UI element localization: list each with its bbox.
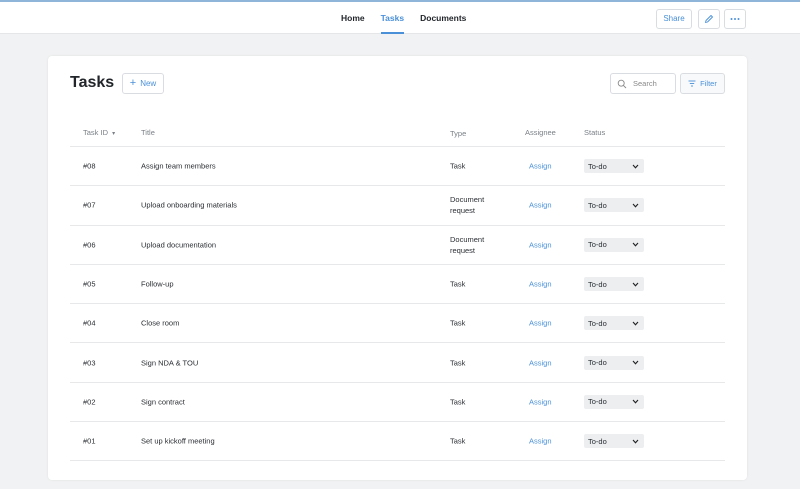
status-dropdown[interactable]: To-do bbox=[584, 394, 644, 409]
task-id: #05 bbox=[83, 279, 96, 289]
assign-link[interactable]: Assign bbox=[529, 240, 552, 249]
chevron-down-icon bbox=[632, 282, 639, 287]
status-value: To-do bbox=[588, 436, 607, 446]
chevron-down-icon bbox=[632, 242, 639, 247]
table-row: #01 Set up kickoff meeting Task Assign T… bbox=[70, 422, 725, 462]
assign-link[interactable]: Assign bbox=[529, 201, 552, 210]
status-dropdown[interactable]: To-do bbox=[584, 434, 644, 449]
filter-button[interactable]: Filter bbox=[680, 73, 725, 94]
task-type: Task bbox=[450, 397, 466, 407]
assign-link[interactable]: Assign bbox=[529, 358, 552, 367]
search-input[interactable] bbox=[633, 79, 673, 88]
table-row: #07 Upload onboarding materials Document… bbox=[70, 186, 725, 226]
task-type: Document request bbox=[450, 234, 485, 255]
header-task-id-label: Task ID bbox=[83, 128, 109, 137]
task-type: Task bbox=[450, 279, 466, 289]
search-box[interactable] bbox=[610, 73, 676, 94]
header-assignee: Assignee bbox=[525, 128, 556, 137]
assign-link[interactable]: Assign bbox=[529, 162, 552, 171]
more-button[interactable] bbox=[724, 9, 746, 29]
task-type: Task bbox=[450, 358, 466, 368]
status-value: To-do bbox=[588, 358, 607, 368]
task-title: Sign contract bbox=[141, 397, 185, 407]
status-dropdown[interactable]: To-do bbox=[584, 198, 644, 213]
assign-link[interactable]: Assign bbox=[529, 437, 552, 446]
task-title: Close room bbox=[141, 318, 180, 328]
header-type: Type bbox=[450, 129, 467, 138]
task-title: Upload onboarding materials bbox=[141, 200, 237, 210]
nav-tasks[interactable]: Tasks bbox=[373, 2, 412, 34]
task-title: Upload documentation bbox=[141, 240, 217, 250]
tasks-card: Tasks + New Filter Task ID ▾ Title Type … bbox=[48, 56, 747, 480]
task-id: #06 bbox=[83, 240, 96, 250]
nav-home[interactable]: Home bbox=[333, 2, 373, 34]
header-status: Status bbox=[584, 128, 606, 137]
status-value: To-do bbox=[588, 318, 607, 328]
top-bar: Home Tasks Documents Share bbox=[0, 0, 800, 34]
chevron-down-icon bbox=[632, 439, 639, 444]
assign-link[interactable]: Assign bbox=[529, 397, 552, 406]
new-button-label: New bbox=[140, 79, 157, 88]
status-value: To-do bbox=[588, 397, 607, 407]
status-dropdown[interactable]: To-do bbox=[584, 277, 644, 292]
status-dropdown[interactable]: To-do bbox=[584, 316, 644, 331]
search-icon bbox=[617, 79, 627, 88]
task-title: Follow-up bbox=[141, 279, 174, 289]
task-id: #08 bbox=[83, 161, 96, 171]
task-id: #02 bbox=[83, 397, 96, 407]
task-id: #03 bbox=[83, 358, 96, 368]
chevron-down-icon bbox=[632, 164, 639, 169]
chevron-down-icon bbox=[632, 321, 639, 326]
task-type: Task bbox=[450, 436, 466, 446]
task-id: #07 bbox=[83, 200, 96, 210]
status-value: To-do bbox=[588, 161, 607, 171]
more-horizontal-icon bbox=[730, 18, 740, 20]
table-row: #06 Upload documentation Document reques… bbox=[70, 226, 725, 265]
share-button[interactable]: Share bbox=[656, 9, 692, 29]
table-row: #03 Sign NDA & TOU Task Assign To-do bbox=[70, 343, 725, 383]
filter-icon bbox=[688, 80, 696, 87]
sort-down-icon: ▾ bbox=[112, 131, 116, 137]
table-row: #02 Sign contract Task Assign To-do bbox=[70, 383, 725, 423]
status-value: To-do bbox=[588, 279, 607, 289]
chevron-down-icon bbox=[632, 360, 639, 365]
task-title: Set up kickoff meeting bbox=[141, 436, 215, 446]
task-id: #04 bbox=[83, 318, 96, 328]
header-title: Title bbox=[141, 128, 155, 137]
assign-link[interactable]: Assign bbox=[529, 319, 552, 328]
task-type: Task bbox=[450, 318, 466, 328]
table-row: #05 Follow-up Task Assign To-do bbox=[70, 265, 725, 305]
table-header: Task ID ▾ Title Type Assignee Status bbox=[70, 120, 725, 147]
status-dropdown[interactable]: To-do bbox=[584, 237, 644, 252]
edit-button[interactable] bbox=[698, 9, 720, 29]
task-title: Sign NDA & TOU bbox=[141, 358, 199, 368]
table-row: #04 Close room Task Assign To-do bbox=[70, 304, 725, 344]
plus-icon: + bbox=[129, 77, 137, 89]
task-title: Assign team members bbox=[141, 161, 216, 171]
task-id: #01 bbox=[83, 436, 96, 446]
chevron-down-icon bbox=[632, 400, 639, 405]
chevron-down-icon bbox=[632, 203, 639, 208]
filter-label: Filter bbox=[700, 79, 717, 88]
new-task-button[interactable]: + New bbox=[122, 73, 164, 94]
status-dropdown[interactable]: To-do bbox=[584, 355, 644, 370]
pencil-icon bbox=[705, 15, 713, 23]
table-row: #08 Assign team members Task Assign To-d… bbox=[70, 147, 725, 187]
task-type: Document request bbox=[450, 195, 485, 216]
tasks-table: Task ID ▾ Title Type Assignee Status #08… bbox=[70, 120, 725, 462]
assign-link[interactable]: Assign bbox=[529, 280, 552, 289]
status-dropdown[interactable]: To-do bbox=[584, 159, 644, 174]
page-title: Tasks bbox=[70, 74, 115, 91]
nav-documents[interactable]: Documents bbox=[412, 2, 474, 34]
main-nav: Home Tasks Documents bbox=[333, 2, 474, 34]
status-value: To-do bbox=[588, 240, 607, 250]
status-value: To-do bbox=[588, 200, 607, 210]
header-task-id[interactable]: Task ID ▾ bbox=[83, 128, 115, 137]
task-type: Task bbox=[450, 161, 466, 171]
